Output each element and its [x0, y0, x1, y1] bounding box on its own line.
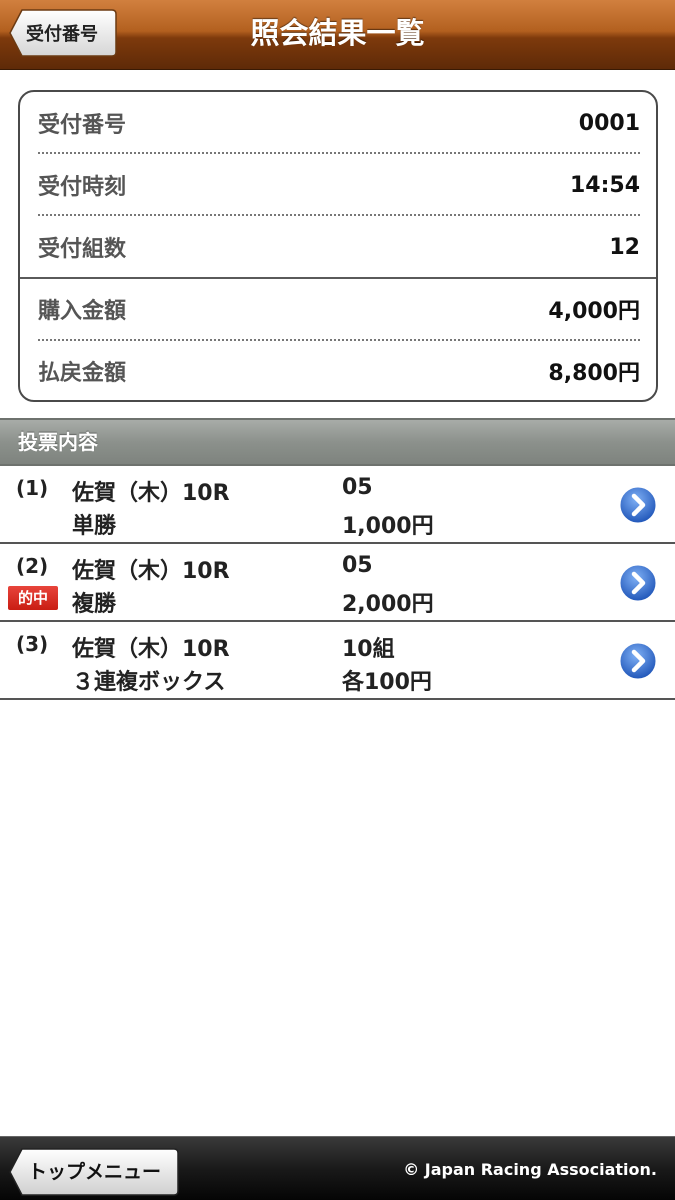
bet-type: 複勝 [72, 592, 117, 617]
bet-combination: 05 [342, 553, 373, 578]
back-button-label: 受付番号 [26, 24, 98, 45]
summary-row-receipt-number: 受付番号 0001 [38, 92, 640, 154]
bet-number: (1) [16, 476, 49, 500]
bet-number: (2) [16, 554, 49, 578]
summary-label: 受付番号 [38, 113, 127, 138]
section-title: 投票内容 [18, 430, 98, 454]
summary-value: 8,800円 [548, 361, 640, 386]
summary-value: 12 [609, 234, 640, 260]
back-button[interactable]: 受付番号 [8, 8, 118, 58]
chevron-right-icon[interactable] [618, 641, 658, 681]
summary-label: 受付組数 [38, 237, 127, 262]
footer-bar: トップメニュー © Japan Racing Association. [0, 1136, 675, 1200]
bet-list-item[interactable]: (3) 佐賀（木）10R ３連複ボックス 10組 各100円 [0, 622, 675, 700]
top-menu-button-label: トップメニュー [28, 1161, 162, 1183]
copyright-text: © Japan Racing Association. [403, 1160, 657, 1179]
summary-label: 受付時刻 [38, 175, 127, 200]
receipt-summary-card: 受付番号 0001 受付時刻 14:54 受付組数 12 購入金額 4,000円… [18, 90, 658, 402]
chevron-right-icon[interactable] [618, 563, 658, 603]
bet-amount: 各100円 [342, 670, 432, 695]
bet-combination: 10組 [342, 637, 395, 662]
bet-list-item[interactable]: (1) 佐賀（木）10R 単勝 05 1,000円 [0, 466, 675, 544]
bet-list-item[interactable]: (2) 的中 佐賀（木）10R 複勝 05 2,000円 [0, 544, 675, 622]
summary-row-bet-count: 受付組数 12 [38, 216, 640, 278]
summary-label: 購入金額 [38, 299, 127, 324]
bet-race: 佐賀（木）10R [72, 481, 230, 506]
navigation-bar: 照会結果一覧 受付番号 [0, 0, 675, 70]
summary-row-purchase-amount: 購入金額 4,000円 [38, 278, 640, 340]
summary-value: 14:54 [569, 172, 640, 198]
summary-value: 0001 [578, 110, 640, 136]
bet-number: (3) [16, 632, 49, 656]
summary-label: 払戻金額 [38, 361, 127, 386]
bet-amount: 1,000円 [342, 514, 434, 539]
bet-race: 佐賀（木）10R [72, 559, 230, 584]
chevron-right-icon[interactable] [618, 485, 658, 525]
bet-combination: 05 [342, 475, 373, 500]
bet-type: 単勝 [72, 514, 117, 539]
summary-value: 4,000円 [548, 299, 640, 324]
bet-race: 佐賀（木）10R [72, 637, 230, 662]
bet-type: ３連複ボックス [72, 670, 226, 695]
hit-badge: 的中 [8, 586, 58, 610]
section-header: 投票内容 [0, 418, 675, 466]
bet-amount: 2,000円 [342, 592, 434, 617]
summary-row-payout-amount: 払戻金額 8,800円 [38, 340, 640, 400]
top-menu-button[interactable]: トップメニュー [8, 1147, 180, 1197]
summary-row-receipt-time: 受付時刻 14:54 [38, 154, 640, 216]
